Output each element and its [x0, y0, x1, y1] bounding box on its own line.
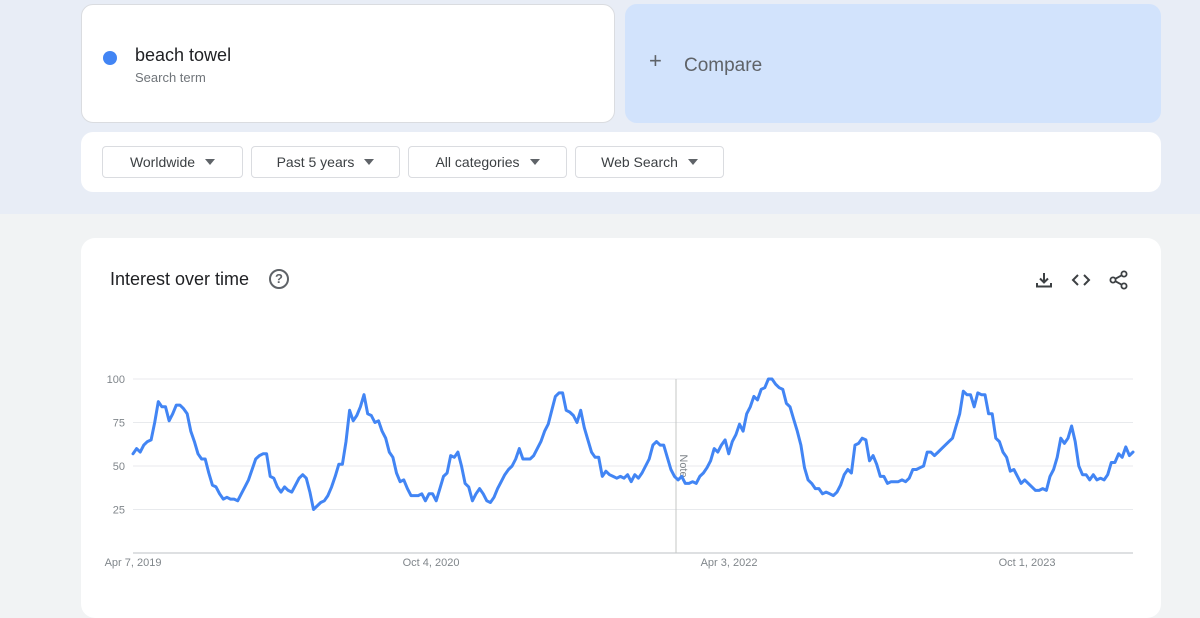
x-tick-label: Apr 7, 2019	[105, 557, 162, 569]
region-filter-label: Worldwide	[129, 154, 196, 170]
dropdown-caret-icon	[205, 159, 216, 165]
dropdown-caret-icon	[687, 159, 698, 165]
time-filter[interactable]: Past 5 years	[251, 146, 400, 178]
y-tick-label: 25	[113, 505, 125, 517]
search-type-filter-label: Web Search	[601, 154, 678, 170]
compare-label: Compare	[684, 55, 763, 76]
y-tick-label: 75	[113, 418, 125, 430]
line-chart[interactable]: 25 50 75 100 Note Apr 7, 2019 Oct 4, 2020 Apr 3…	[81, 238, 1161, 594]
search-term-name[interactable]: beach towel	[135, 45, 231, 66]
compare-button[interactable]: + Compare	[625, 4, 1161, 123]
y-tick-label: 50	[113, 461, 125, 473]
category-filter[interactable]: All categories	[408, 146, 567, 178]
category-filter-label: All categories	[435, 154, 520, 170]
filter-bar: Worldwide Past 5 years All categories We…	[81, 132, 1161, 192]
search-term-card[interactable]: beach towel Search term	[81, 4, 615, 123]
x-tick-label: Apr 3, 2022	[701, 557, 758, 569]
series-color-dot	[103, 51, 117, 65]
region-filter[interactable]: Worldwide	[102, 146, 243, 178]
x-tick-label: Oct 4, 2020	[403, 557, 460, 569]
series-line[interactable]	[131, 377, 1135, 511]
dropdown-caret-icon	[529, 159, 540, 165]
note-label[interactable]: Note	[677, 454, 689, 477]
search-type-filter[interactable]: Web Search	[575, 146, 724, 178]
interest-over-time-card: Interest over time ? 25 50 75 100 Note Apr 7,…	[81, 238, 1161, 618]
dropdown-caret-icon	[364, 159, 375, 165]
plus-icon: +	[649, 48, 662, 73]
time-filter-label: Past 5 years	[276, 154, 355, 170]
x-tick-label: Oct 1, 2023	[999, 557, 1056, 569]
y-tick-label: 100	[107, 374, 125, 386]
search-term-subtitle: Search term	[135, 70, 206, 85]
